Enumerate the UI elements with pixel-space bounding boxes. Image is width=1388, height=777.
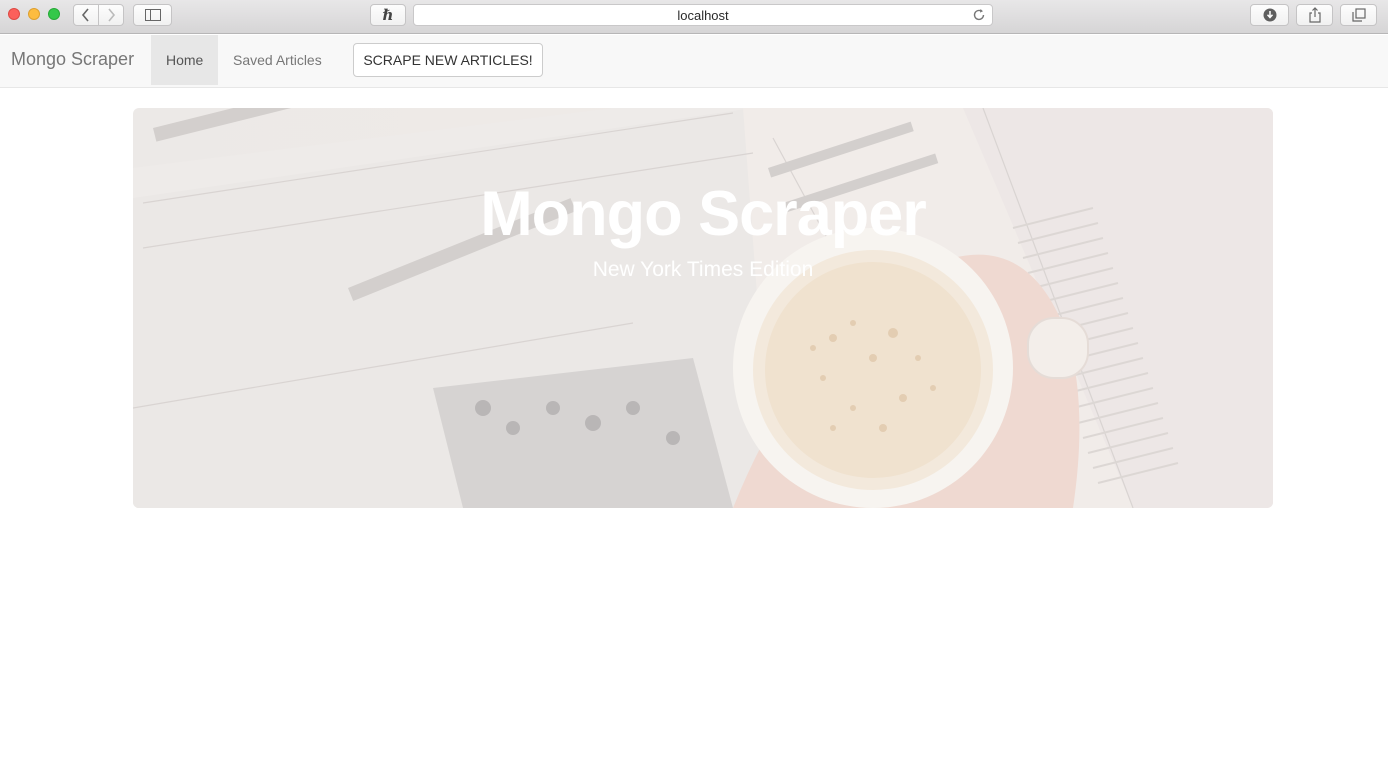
jumbotron-subtitle: New York Times Edition	[592, 258, 814, 281]
show-tabs-button[interactable]	[1340, 4, 1377, 26]
downloads-button[interactable]	[1250, 4, 1289, 26]
address-bar[interactable]: localhost	[413, 4, 993, 26]
navbar-brand[interactable]: Mongo Scraper	[11, 49, 134, 70]
address-text: localhost	[677, 7, 729, 23]
zoom-window-icon[interactable]	[48, 8, 60, 20]
share-button[interactable]	[1296, 4, 1333, 26]
minimize-window-icon[interactable]	[28, 8, 40, 20]
nav-item-home[interactable]: Home	[151, 35, 219, 85]
close-window-icon[interactable]	[8, 8, 20, 20]
newspaper-coffee-background-image	[133, 108, 1273, 508]
jumbotron-title: Mongo Scraper	[480, 179, 927, 249]
forward-button[interactable]	[98, 4, 124, 26]
site-navbar: Mongo Scraper Home Saved Articles SCRAPE…	[0, 35, 1388, 88]
chevron-left-icon	[81, 8, 89, 22]
back-button[interactable]	[73, 4, 99, 26]
nav-item-saved-articles[interactable]: Saved Articles	[218, 35, 337, 85]
browser-toolbar: ℏ localhost	[0, 0, 1388, 34]
extension-icon: ℏ	[382, 6, 394, 24]
reload-icon[interactable]	[972, 8, 986, 22]
download-icon	[1263, 8, 1276, 22]
tabs-icon	[1351, 8, 1366, 22]
sidebar-icon	[144, 9, 161, 21]
jumbotron: Mongo Scraper New York Times Edition	[133, 108, 1273, 508]
extension-button[interactable]: ℏ	[370, 4, 406, 26]
scrape-new-articles-button[interactable]: SCRAPE NEW ARTICLES!	[353, 43, 543, 77]
chevron-right-icon	[108, 8, 116, 22]
share-icon	[1308, 7, 1321, 23]
sidebar-toggle-button[interactable]	[133, 4, 172, 26]
